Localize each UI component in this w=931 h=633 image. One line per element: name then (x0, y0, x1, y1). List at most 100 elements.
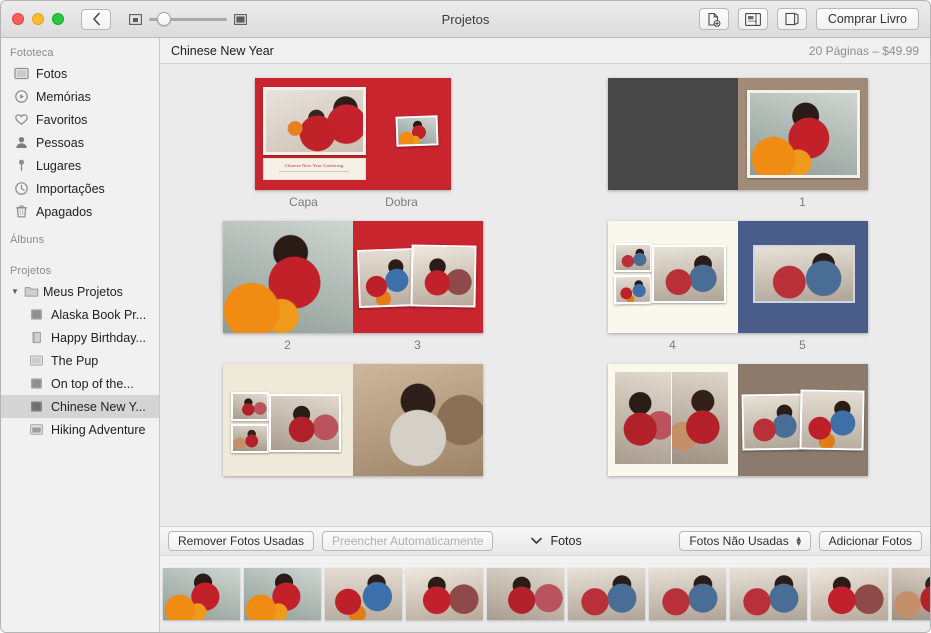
photo-three-generations[interactable] (799, 389, 864, 450)
sidebar-section-header-projects: Projetos (1, 249, 159, 280)
photo-toddler-father-small-b[interactable] (613, 275, 652, 305)
page-capa[interactable]: Chinese New Year Gathering (255, 78, 377, 190)
book-preview-button[interactable] (777, 8, 807, 30)
photo-father-toddler-red-envelope[interactable] (741, 393, 804, 450)
sidebar-item-label: Chinese New Y... (51, 400, 146, 414)
page-8[interactable] (608, 364, 738, 476)
filmstrip-thumbnail[interactable] (649, 568, 726, 620)
page-2[interactable] (223, 221, 353, 333)
page-1[interactable] (738, 78, 868, 190)
photo-mother-and-toddler[interactable] (615, 372, 671, 464)
filmstrip-thumbnail[interactable] (487, 568, 564, 620)
sidebar-item-on-top-of-the-project[interactable]: On top of the... (1, 372, 159, 395)
photo-father-toddler-oranges-large[interactable] (652, 245, 726, 303)
sidebar-item-favoritos[interactable]: Favoritos (1, 108, 159, 131)
spread-labels-2-3: 2 3 (223, 333, 483, 352)
sidebar-folder-label: Meus Projetos (43, 285, 123, 299)
add-page-icon (706, 12, 721, 27)
zoom-slider-thumb[interactable] (157, 12, 171, 26)
buy-book-button[interactable]: Comprar Livro (816, 8, 919, 30)
filmstrip-thumbnail[interactable] (568, 568, 645, 620)
book-spread-2-3[interactable] (223, 221, 483, 333)
book-preview-icon (785, 12, 799, 26)
window-controls (12, 13, 64, 25)
page-7[interactable] (353, 364, 483, 476)
photo-grandmother-small-a[interactable] (231, 392, 269, 421)
sidebar-item-alaska-book-project[interactable]: Alaska Book Pr... (1, 303, 159, 326)
back-button[interactable] (81, 9, 111, 30)
book-spread-8-9[interactable] (608, 364, 868, 476)
book-spread-6-7[interactable] (223, 364, 483, 476)
sidebar-item-pessoas[interactable]: Pessoas (1, 131, 159, 154)
sidebar-item-label: Happy Birthday... (51, 331, 146, 345)
photos-panel-label: Fotos (550, 534, 581, 548)
book-bottom-toolbar: Remover Fotos Usadas Preencher Automatic… (160, 526, 930, 555)
sidebar-item-memorias[interactable]: Memórias (1, 85, 159, 108)
filmstrip-thumbnail[interactable] (811, 568, 888, 620)
chevron-down-icon[interactable] (531, 537, 542, 545)
page-label (608, 195, 738, 209)
layout-options-button[interactable] (738, 8, 768, 30)
photo-toddler-father-small-a[interactable] (614, 243, 652, 272)
spread-cell-8-9 (545, 364, 930, 493)
page-label: 5 (738, 338, 868, 352)
sidebar-item-importacoes[interactable]: Importações (1, 177, 159, 200)
photo-family-group-portrait[interactable] (263, 87, 366, 155)
sidebar-item-lugares[interactable]: Lugares (1, 154, 159, 177)
sidebar-item-happy-birthday-project[interactable]: Happy Birthday... (1, 326, 159, 349)
page-dobra[interactable] (377, 78, 451, 190)
disclosure-triangle-icon[interactable]: ▼ (10, 287, 20, 296)
remove-used-photos-button[interactable]: Remover Fotos Usadas (168, 531, 314, 551)
add-photos-button[interactable]: Adicionar Fotos (819, 531, 922, 551)
photos-panel-toggle[interactable]: Fotos (531, 534, 581, 548)
photo-father-toddler-smiling[interactable] (753, 245, 855, 303)
autofill-button[interactable]: Preencher Automaticamente (322, 531, 493, 551)
sidebar-item-label: Hiking Adventure (51, 423, 146, 437)
window-titlebar: Projetos (1, 1, 930, 38)
sidebar-item-hiking-adventure-project[interactable]: Hiking Adventure (1, 418, 159, 441)
book-project-icon (29, 399, 44, 414)
thumbnail-zoom-control[interactable] (129, 12, 247, 26)
minimize-window-button[interactable] (32, 13, 44, 25)
photo-family-at-table[interactable] (357, 248, 417, 308)
sidebar-item-chinese-new-year-project[interactable]: Chinese New Y... (1, 395, 159, 418)
page-9[interactable] (738, 364, 868, 476)
photo-boy-small-b[interactable] (231, 424, 269, 453)
filmstrip-thumbnail[interactable] (406, 568, 483, 620)
zoom-in-thumbnail-icon[interactable] (234, 14, 247, 25)
sidebar-item-fotos[interactable]: Fotos (1, 62, 159, 85)
add-page-button[interactable] (699, 8, 729, 30)
book-spread-cover[interactable]: Chinese New Year Gathering (255, 78, 451, 190)
sidebar-item-label: Favoritos (36, 113, 87, 127)
page-label: Capa (255, 195, 353, 209)
updown-stepper-icon[interactable]: ▲▼ (795, 536, 803, 546)
zoom-slider[interactable] (149, 12, 227, 26)
page-blank-left[interactable] (608, 78, 738, 190)
sidebar-item-the-pup-project[interactable]: The Pup (1, 349, 159, 372)
photo-toddler-with-oranges-small[interactable] (395, 115, 438, 146)
book-spread-4-5[interactable] (608, 221, 868, 333)
filmstrip-thumbnail[interactable] (325, 568, 402, 620)
photo-grandfather-portrait[interactable] (672, 372, 728, 464)
filmstrip-thumbnail[interactable] (244, 568, 321, 620)
filmstrip-thumbnail[interactable] (163, 568, 240, 620)
maximize-window-button[interactable] (52, 13, 64, 25)
cover-caption-text: Chinese New Year Gathering (264, 159, 365, 168)
photo-filmstrip[interactable] (160, 555, 930, 632)
photo-family-red-gift[interactable] (410, 244, 476, 307)
sidebar-folder-meus-projetos[interactable]: ▼ Meus Projetos (1, 280, 159, 303)
page-3[interactable] (353, 221, 483, 333)
book-spread-canvas[interactable]: Chinese New Year Gathering Capa Dobra (160, 64, 930, 526)
photo-filter-popup-button[interactable]: Fotos Não Usadas ▲▼ (679, 531, 810, 551)
photo-grandmother-in-red[interactable] (269, 394, 341, 452)
page-6[interactable] (223, 364, 353, 476)
photo-toddler-holding-orange[interactable] (747, 90, 860, 178)
sidebar-item-apagados[interactable]: Apagados (1, 200, 159, 223)
page-5[interactable] (738, 221, 868, 333)
close-window-button[interactable] (12, 13, 24, 25)
filmstrip-thumbnail[interactable] (892, 568, 930, 620)
book-spread-1[interactable] (608, 78, 868, 190)
zoom-out-thumbnail-icon[interactable] (129, 14, 142, 25)
page-4[interactable] (608, 221, 738, 333)
filmstrip-thumbnail[interactable] (730, 568, 807, 620)
